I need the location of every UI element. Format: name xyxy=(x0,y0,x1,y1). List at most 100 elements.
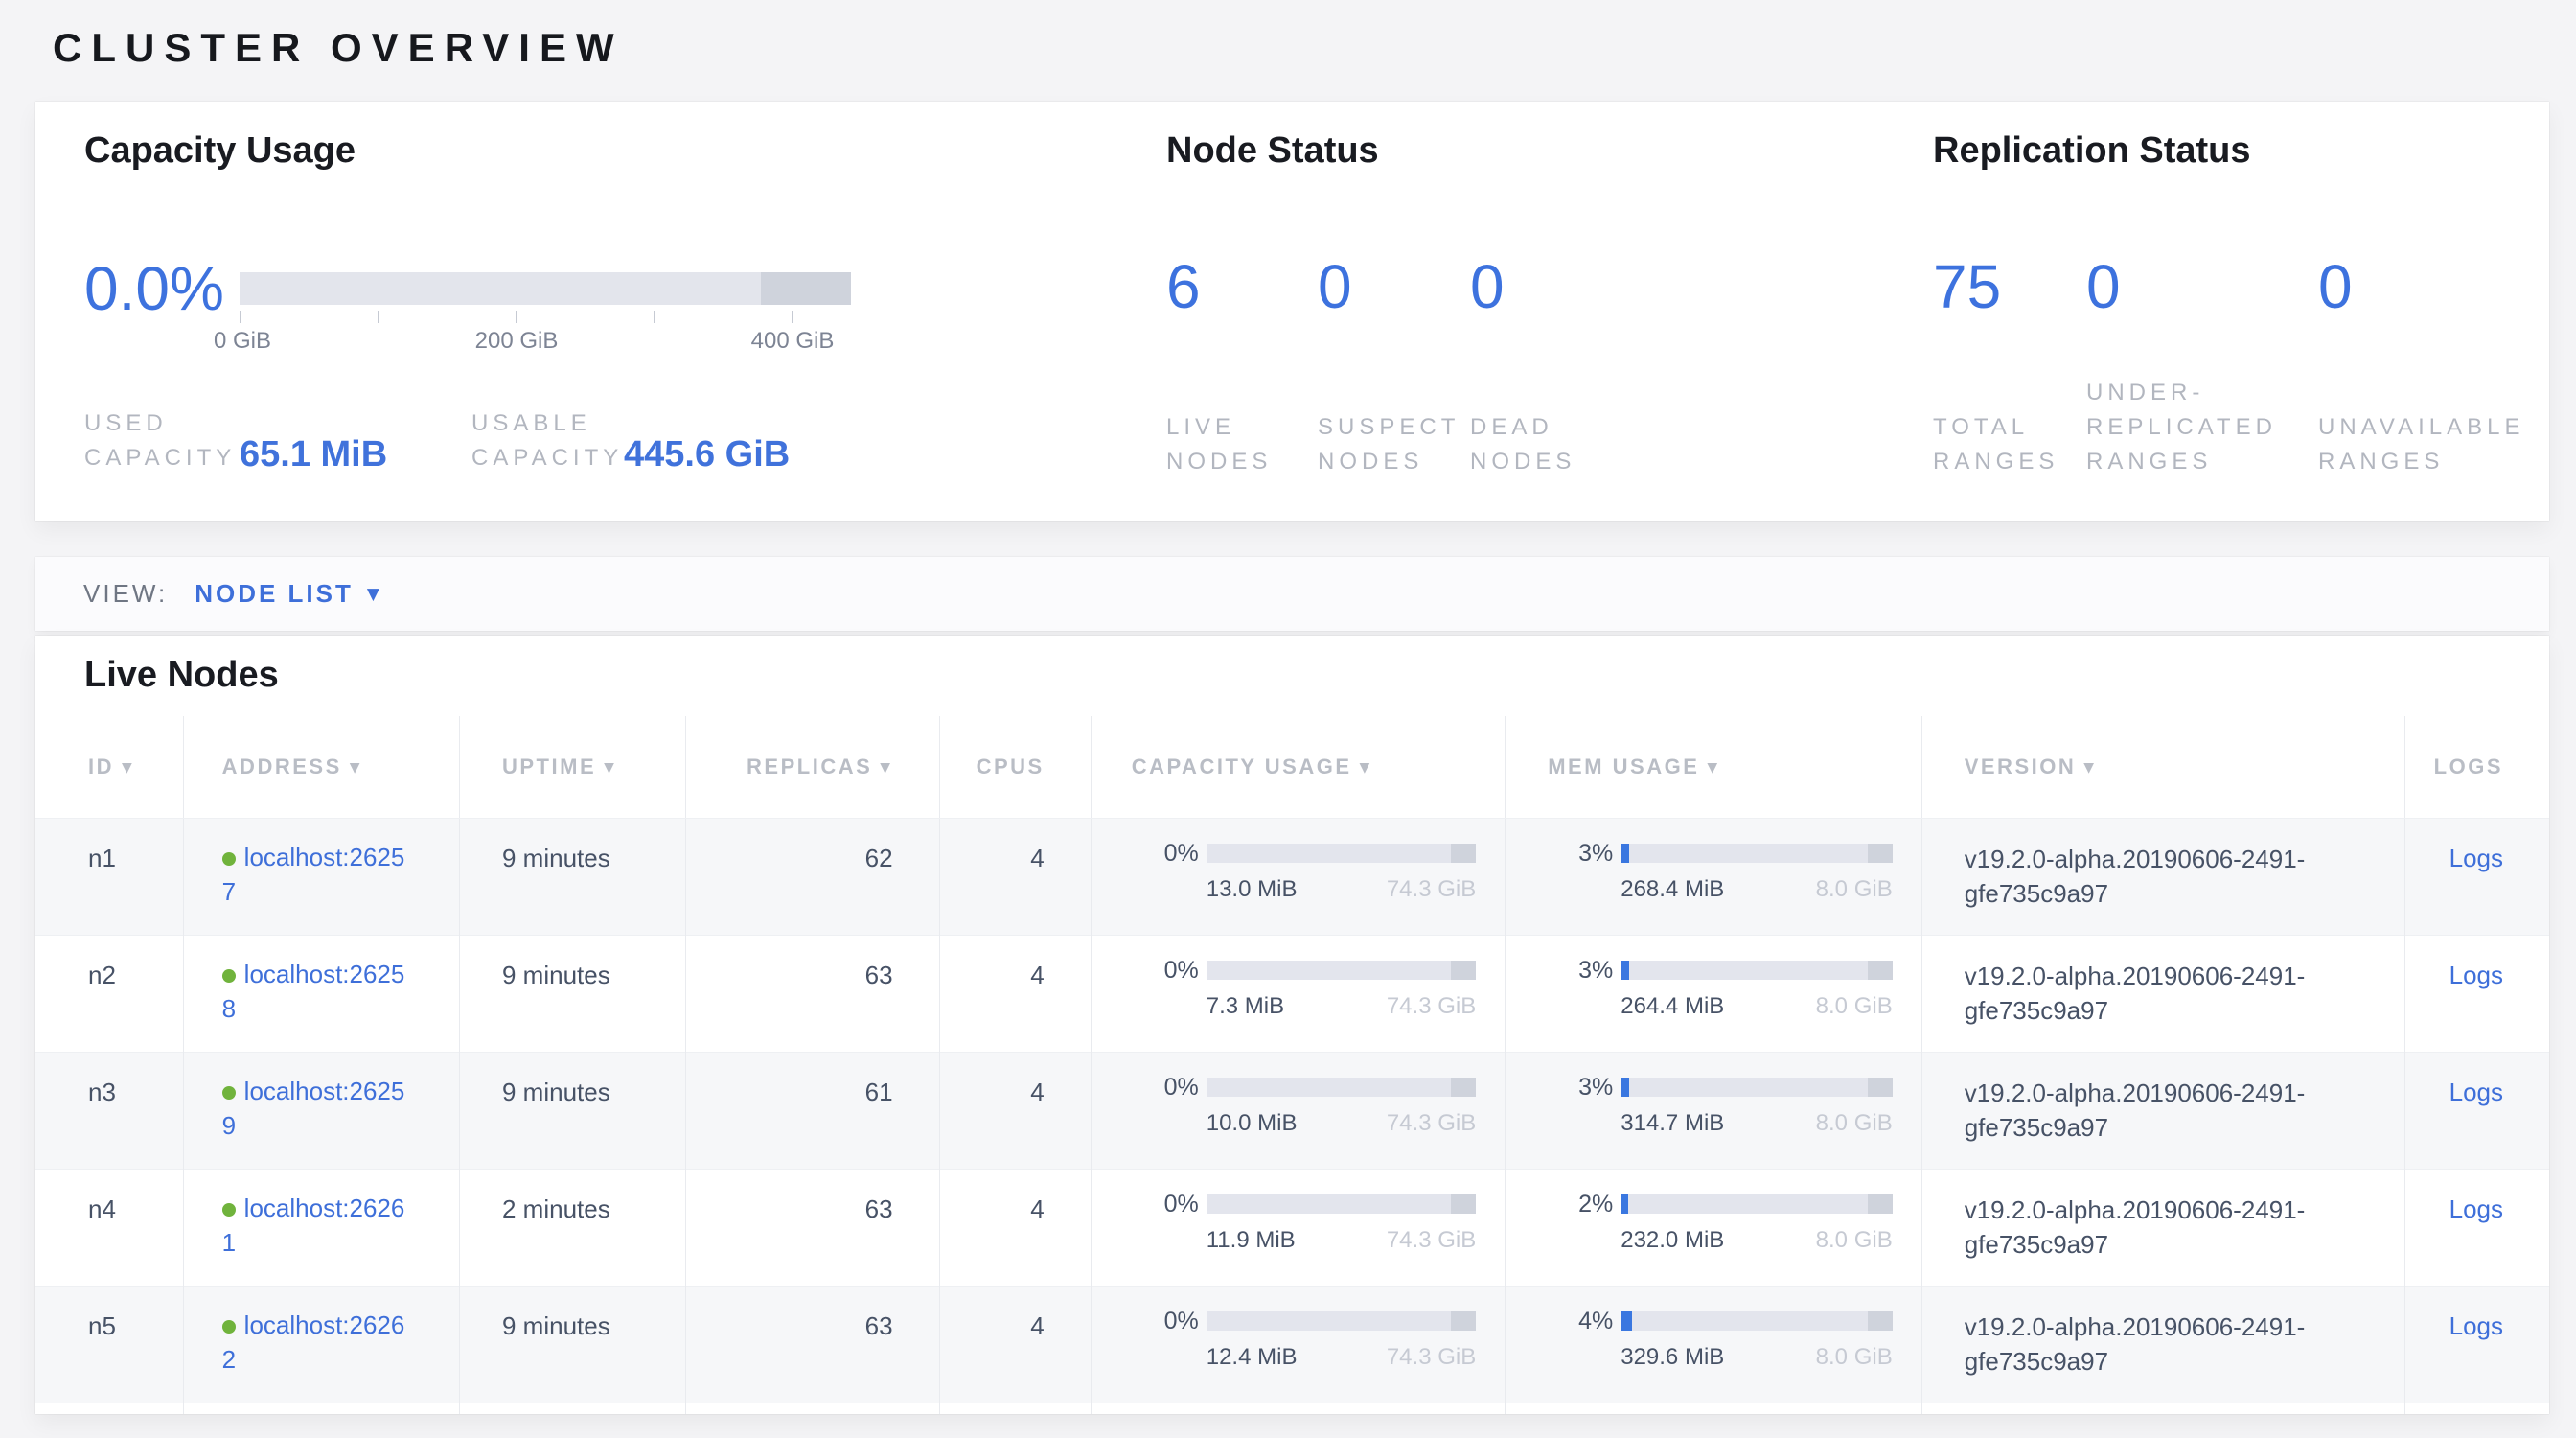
capacity-used-value: 11.9 MiB xyxy=(1207,1227,1296,1254)
live-status-dot-icon xyxy=(222,852,236,866)
node-version-cell: v19.2.0-alpha.20190606-2491-gfe735c9a97 xyxy=(1921,1052,2405,1169)
node-address-link[interactable]: localhost:26262 xyxy=(222,1310,405,1374)
node-id-cell: n2 xyxy=(35,935,183,1052)
node-id-cell: n5 xyxy=(35,1286,183,1403)
node-address-cell: localhost:26258 xyxy=(183,935,459,1052)
memory-bar-reserve xyxy=(1868,1078,1893,1097)
capacity-bar xyxy=(1207,961,1476,980)
capacity-meter: 0%12.4 MiB74.3 GiB xyxy=(1092,1308,1476,1371)
memory-used-value: 264.4 MiB xyxy=(1621,993,1724,1020)
column-header-address[interactable]: ADDRESS▼ xyxy=(183,716,459,818)
suspect-nodes-label: SUSPECT NODES xyxy=(1318,410,1460,479)
live-nodes-count: 6 xyxy=(1166,255,1318,318)
node-logs-cell: Logs xyxy=(2405,1052,2549,1169)
live-nodes-tbody: n1localhost:262579 minutes6240%13.0 MiB7… xyxy=(35,818,2549,1414)
capacity-usage-percent: 0.0% xyxy=(84,257,224,320)
node-address-link[interactable]: localhost:26257 xyxy=(222,843,405,906)
node-version-cell: v19.2.0-alpha.20190606-2491-gfe735c9a97 xyxy=(1921,1169,2405,1286)
axis-tick xyxy=(378,311,380,323)
summary-card: Capacity Usage 0.0% 0 GiB 200 GiB 400 Gi… xyxy=(35,102,2549,521)
capacity-max-value: 74.3 GiB xyxy=(1387,1110,1476,1137)
column-header-capacity-usage[interactable]: CAPACITY USAGE▼ xyxy=(1091,716,1505,818)
memory-percent: 2% xyxy=(1506,1191,1613,1218)
unavailable-ranges-stat: 0 UNAVAILABLE RANGES xyxy=(2318,255,2558,479)
capacity-bar-reserve xyxy=(1451,961,1476,980)
memory-max-value: 8.0 GiB xyxy=(1816,876,1893,903)
memory-bar-reserve xyxy=(1868,1311,1893,1331)
capacity-percent: 0% xyxy=(1092,1308,1199,1335)
node-address-link[interactable]: localhost:26259 xyxy=(222,1077,405,1140)
memory-bar-fill xyxy=(1621,1311,1631,1331)
logs-link[interactable]: Logs xyxy=(2450,1078,2503,1106)
node-capacity-cell: 0%13.0 MiB74.3 GiB xyxy=(1091,818,1505,935)
sort-arrow-icon: ▼ xyxy=(880,760,892,776)
node-cpus-cell: 4 xyxy=(939,1286,1091,1403)
capacity-percent: 0% xyxy=(1092,1074,1199,1102)
live-nodes-label: LIVE NODES xyxy=(1166,410,1272,479)
table-row: n2localhost:262589 minutes6340%7.3 MiB74… xyxy=(35,935,2549,1052)
node-logs-cell: Logs xyxy=(2405,1169,2549,1286)
table-header-row: ID▼ ADDRESS▼ UPTIME▼ REPLICAS▼ CPUS CAPA… xyxy=(35,716,2549,818)
capacity-bar-reserve xyxy=(1451,1078,1476,1097)
node-logs-cell: Logs xyxy=(2405,818,2549,935)
memory-meter: 2% 232.0 MiB 8.0 GiB xyxy=(1506,1191,1892,1254)
live-nodes-stat: 6 LIVE NODES xyxy=(1166,255,1318,479)
capacity-bar-reserve xyxy=(1451,1194,1476,1214)
page: CLUSTER OVERVIEW Capacity Usage 0.0% 0 G… xyxy=(0,0,2549,1414)
capacity-usage-bar xyxy=(240,272,851,305)
suspect-nodes-count: 0 xyxy=(1318,255,1469,318)
memory-meter: 3%268.4 MiB8.0 GiB xyxy=(1506,840,1892,903)
live-status-dot-icon xyxy=(222,1086,236,1100)
capacity-bar xyxy=(1207,1311,1476,1331)
chevron-down-icon[interactable]: ▼ xyxy=(367,585,380,604)
memory-max-value: 8.0 GiB xyxy=(1816,1227,1893,1254)
node-cpus-cell: 4 xyxy=(939,818,1091,935)
node-replicas-cell: 63 xyxy=(686,1169,939,1286)
memory-bar-fill xyxy=(1621,961,1629,980)
axis-tick xyxy=(792,311,794,323)
node-version-cell: v19.2.0-alpha.20190606-2491-gfe735c9a97 xyxy=(1921,1286,2405,1403)
node-capacity-cell: 0%11.9 MiB74.3 GiB xyxy=(1091,1169,1505,1286)
capacity-meter: 0%7.3 MiB74.3 GiB xyxy=(1092,957,1476,1020)
node-id-cell: n4 xyxy=(35,1169,183,1286)
node-memory-cell: 2% 232.0 MiB 8.0 GiB xyxy=(1506,1169,1921,1286)
usable-capacity-value: 445.6 GiB xyxy=(624,434,790,475)
memory-bar xyxy=(1621,1078,1892,1097)
dead-nodes-stat: 0 DEAD NODES xyxy=(1470,255,1622,479)
capacity-meter: 0%10.0 MiB74.3 GiB xyxy=(1092,1074,1476,1137)
column-header-version[interactable]: VERSION▼ xyxy=(1921,716,2405,818)
node-cpus-cell: 4 xyxy=(939,935,1091,1052)
node-address-link[interactable]: localhost:26261 xyxy=(222,1194,405,1257)
dead-nodes-count: 0 xyxy=(1470,255,1622,318)
axis-tick xyxy=(654,311,656,323)
live-nodes-table: ID▼ ADDRESS▼ UPTIME▼ REPLICAS▼ CPUS CAPA… xyxy=(35,716,2549,1414)
logs-link[interactable]: Logs xyxy=(2450,961,2503,989)
memory-used-value: 232.0 MiB xyxy=(1621,1227,1724,1254)
capacity-percent: 0% xyxy=(1092,840,1199,868)
capacity-bar-reserve xyxy=(1451,844,1476,863)
axis-tick-label: 200 GiB xyxy=(475,328,559,355)
node-address-cell: localhost:26262 xyxy=(183,1286,459,1403)
logs-link[interactable]: Logs xyxy=(2450,1194,2503,1223)
column-header-mem-usage[interactable]: MEM USAGE▼ xyxy=(1506,716,1921,818)
view-dropdown[interactable]: NODE LIST xyxy=(195,579,354,609)
total-ranges-stat: 75 TOTAL RANGES xyxy=(1933,255,2086,479)
column-header-replicas[interactable]: REPLICAS▼ xyxy=(686,716,939,818)
node-uptime-cell: 9 minutes xyxy=(460,935,686,1052)
node-address-link[interactable]: localhost:26258 xyxy=(222,960,405,1023)
capacity-bar xyxy=(1207,1078,1476,1097)
capacity-used-value: 7.3 MiB xyxy=(1207,993,1284,1020)
node-capacity-cell: 0%10.0 MiB74.3 GiB xyxy=(1091,1052,1505,1169)
view-selector-bar: VIEW: NODE LIST ▼ xyxy=(35,557,2549,631)
node-id-cell: n3 xyxy=(35,1052,183,1169)
node-cpus-cell: 4 xyxy=(939,1052,1091,1169)
logs-link[interactable]: Logs xyxy=(2450,1311,2503,1340)
node-uptime-cell: 9 minutes xyxy=(460,818,686,935)
column-header-id[interactable]: ID▼ xyxy=(35,716,183,818)
node-logs-cell: Logs xyxy=(2405,1286,2549,1403)
memory-max-value: 8.0 GiB xyxy=(1816,993,1893,1020)
column-header-uptime[interactable]: UPTIME▼ xyxy=(460,716,686,818)
logs-link[interactable]: Logs xyxy=(2450,844,2503,872)
node-address-cell: localhost:26259 xyxy=(183,1052,459,1169)
under-replicated-count: 0 xyxy=(2086,255,2318,318)
